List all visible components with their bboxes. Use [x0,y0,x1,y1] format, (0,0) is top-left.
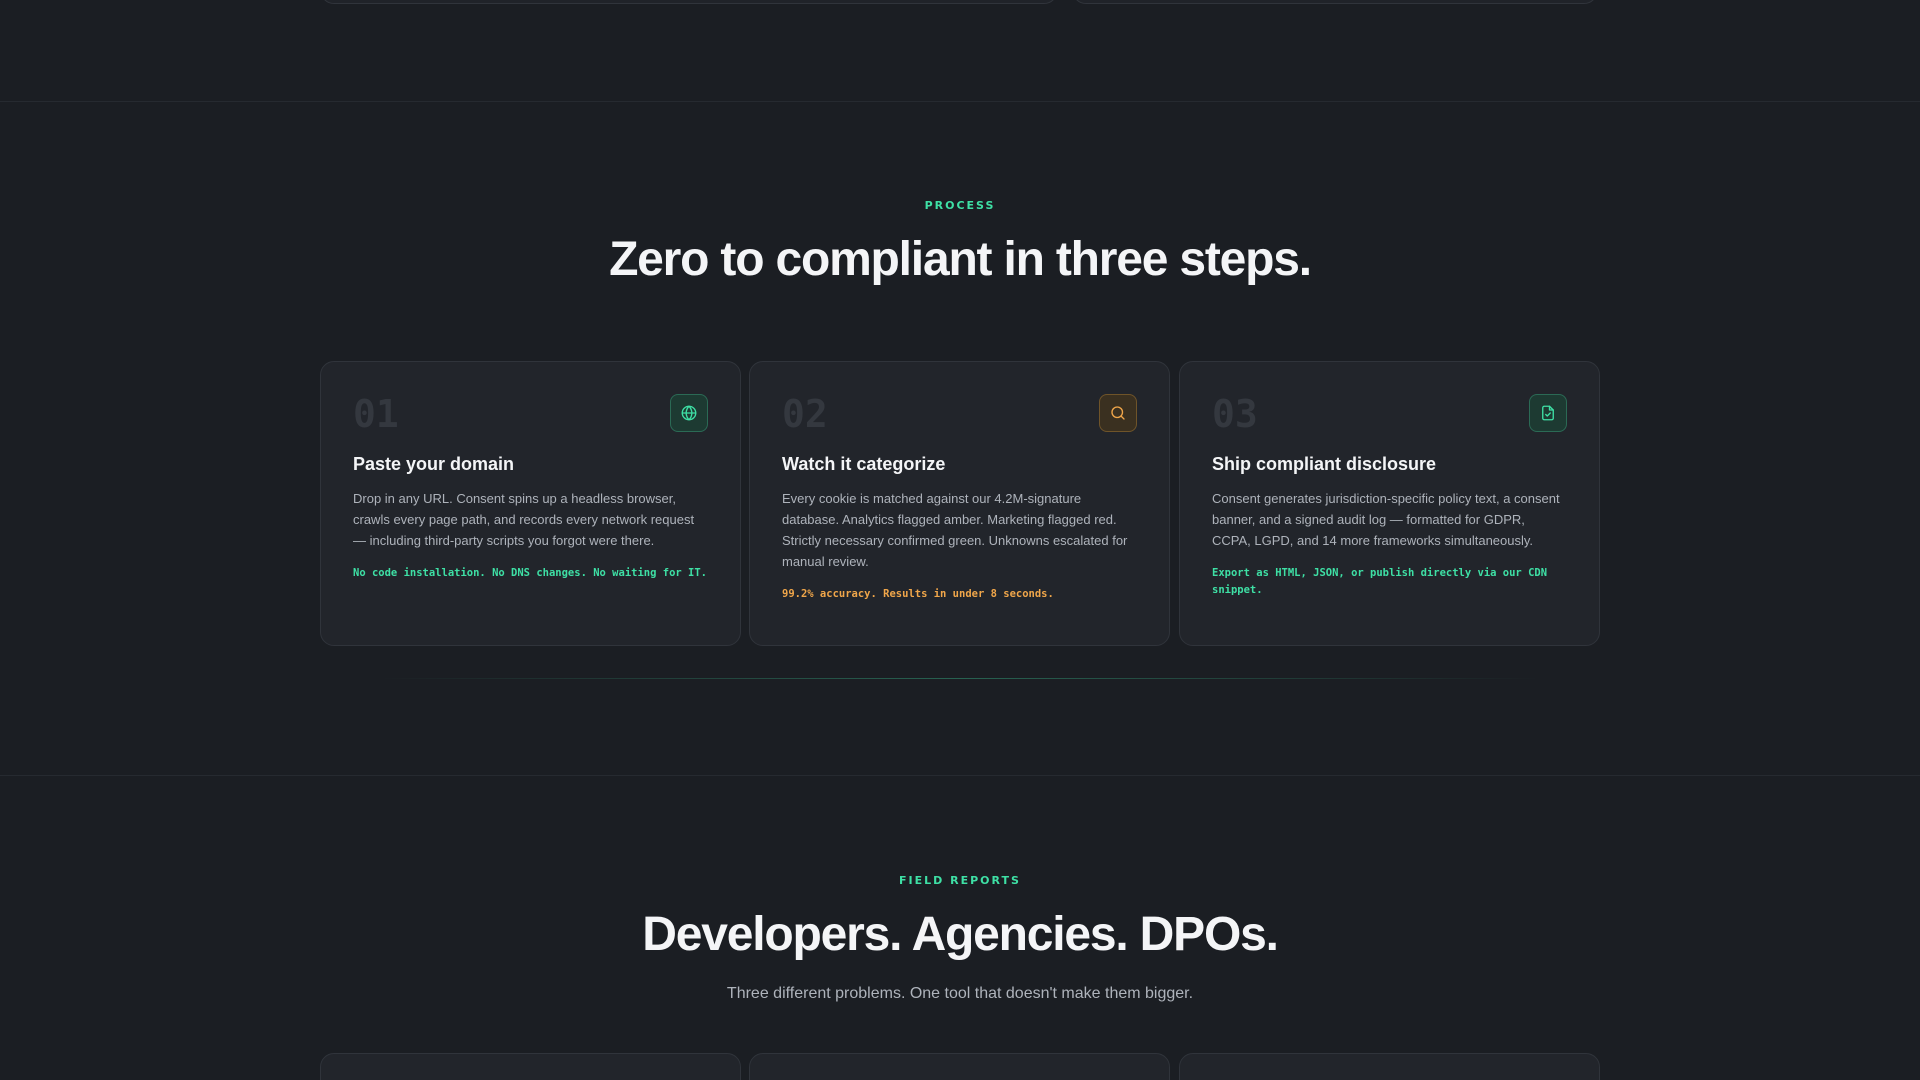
process-steps: 01 Paste your domain Drop in any URL. Co… [320,361,1600,646]
step-title: Paste your domain [353,454,515,474]
step-note: No code installation. No DNS changes. No… [353,567,708,579]
step-number: 02 [782,392,828,436]
field-reports-eyebrow: FIELD REPORTS [899,874,1021,887]
field-reports-subheading: Three different problems. One tool that … [726,985,1194,1002]
process-heading: Zero to compliant in three steps. [609,233,1312,286]
accent-glow-line [380,678,1540,679]
section-divider [0,775,1920,776]
step-note: Export as HTML, JSON, or publish directl… [1212,567,1548,596]
testimonial-card [749,1053,1170,1080]
step-number: 01 [353,392,399,436]
search-icon [1099,394,1137,432]
step-description: Every cookie is matched against our 4.2M… [782,491,1128,569]
previous-section-card [1072,0,1598,4]
previous-section-card [320,0,1058,4]
globe-icon [670,394,708,432]
step-title: Ship compliant disclosure [1212,454,1437,474]
section-divider [0,101,1920,102]
testimonial-card [1179,1053,1600,1080]
step-note: 99.2% accuracy. Results in under 8 secon… [782,588,1054,600]
step-card: 01 Paste your domain Drop in any URL. Co… [320,361,741,646]
testimonial-card [320,1053,741,1080]
page: PROCESS Zero to compliant in three steps… [0,0,1920,1080]
step-title: Watch it categorize [782,454,946,474]
step-card: 02 Watch it categorize Every cookie is m… [749,361,1170,646]
file-check-icon [1529,394,1567,432]
process-eyebrow: PROCESS [924,199,996,212]
field-reports-heading: Developers. Agencies. DPOs. [642,908,1279,961]
step-description: Drop in any URL. Consent spins up a head… [353,491,695,548]
step-card: 03 Ship compliant disclosure Consent gen… [1179,361,1600,646]
step-number: 03 [1212,392,1258,436]
step-description: Consent generates jurisdiction-specific … [1212,491,1560,548]
